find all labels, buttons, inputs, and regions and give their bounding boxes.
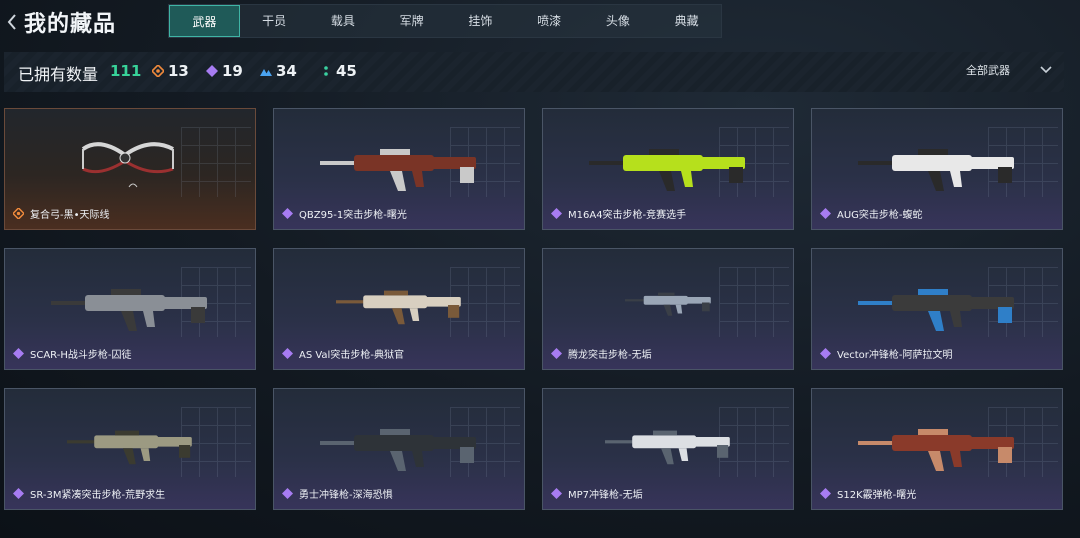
weapon-label: 复合弓-黑•天际线 [13, 206, 110, 221]
weapon-card[interactable]: SCAR-H战斗步枪-囚徒 [4, 248, 256, 370]
purple-diamond-icon [282, 348, 293, 359]
purple-diamond-icon [820, 348, 831, 359]
weapon-label: 腾龙突击步枪-无垢 [551, 346, 652, 361]
weapon-card[interactable]: Vector冲锋枪-阿萨拉文明 [811, 248, 1063, 370]
weapon-label: AUG突击步枪-蝮蛇 [820, 206, 923, 221]
rarity-count-orange: 13 [152, 62, 189, 80]
green-dots-icon [324, 66, 328, 76]
rarity-count-purple: 19 [206, 62, 243, 80]
weapon-card[interactable]: AUG突击步枪-蝮蛇 [811, 108, 1063, 230]
category-tabs: 武器 干员 载具 军牌 挂饰 喷漆 头像 典藏 [168, 4, 722, 38]
weapon-name: AS Val突击步枪-典狱官 [299, 350, 404, 361]
tab-6[interactable]: 头像 [584, 5, 653, 37]
weapon-name: M16A4突击步枪-竞赛选手 [568, 210, 687, 221]
stats-bar: 已拥有数量 111 13 19 34 45 全部武器 [4, 52, 1064, 92]
owned-count: 111 [110, 62, 142, 80]
weapon-label: AS Val突击步枪-典狱官 [282, 346, 404, 361]
purple-diamond-icon [282, 208, 293, 219]
tab-0[interactable]: 武器 [169, 5, 240, 37]
owned-label: 已拥有数量 [18, 65, 99, 84]
weapon-label: SCAR-H战斗步枪-囚徒 [13, 346, 131, 361]
page-title: 我的藏品 [24, 12, 117, 37]
weapon-name: AUG突击步枪-蝮蛇 [837, 210, 923, 221]
weapon-label: 勇士冲锋枪-深海恐惧 [282, 486, 393, 501]
weapon-label: SR-3M紧凑突击步枪-荒野求生 [13, 486, 165, 501]
weapon-card[interactable]: AS Val突击步枪-典狱官 [273, 248, 525, 370]
weapon-label: S12K霰弹枪-曙光 [820, 486, 916, 501]
rarity-count-orange-value: 13 [168, 62, 189, 80]
purple-diamond-icon [820, 208, 831, 219]
tab-5[interactable]: 喷漆 [515, 5, 584, 37]
rarity-count-green: 45 [320, 62, 357, 80]
weapon-name: 复合弓-黑•天际线 [30, 210, 110, 221]
orange-diamond-icon [13, 208, 24, 219]
tab-4[interactable]: 挂饰 [446, 5, 515, 37]
tab-3[interactable]: 军牌 [377, 5, 446, 37]
weapon-name: S12K霰弹枪-曙光 [837, 490, 917, 501]
weapon-name: SCAR-H战斗步枪-囚徒 [30, 350, 132, 361]
weapon-name: QBZ95-1突击步枪-曙光 [299, 210, 407, 221]
orange-diamond-icon [152, 65, 164, 77]
purple-diamond-icon [13, 348, 24, 359]
weapon-card[interactable]: 复合弓-黑•天际线 [4, 108, 256, 230]
purple-diamond-icon [13, 488, 24, 499]
weapon-name: 勇士冲锋枪-深海恐惧 [299, 490, 393, 501]
weapon-name: Vector冲锋枪-阿萨拉文明 [837, 350, 953, 361]
weapon-card[interactable]: S12K霰弹枪-曙光 [811, 388, 1063, 510]
rarity-count-purple-value: 19 [222, 62, 243, 80]
back-arrow-icon[interactable] [6, 12, 24, 32]
weapon-filter-dropdown[interactable]: 全部武器 [966, 62, 1052, 78]
rarity-count-green-value: 45 [336, 62, 357, 80]
purple-diamond-icon [551, 488, 562, 499]
purple-diamond-icon [206, 65, 218, 77]
weapon-card[interactable]: M16A4突击步枪-竞赛选手 [542, 108, 794, 230]
tab-1[interactable]: 干员 [240, 5, 309, 37]
weapon-label: Vector冲锋枪-阿萨拉文明 [820, 346, 952, 361]
weapon-card[interactable]: 勇士冲锋枪-深海恐惧 [273, 388, 525, 510]
weapon-card[interactable]: 腾龙突击步枪-无垢 [542, 248, 794, 370]
weapon-card[interactable]: MP7冲锋枪-无垢 [542, 388, 794, 510]
purple-diamond-icon [551, 208, 562, 219]
purple-diamond-icon [551, 348, 562, 359]
weapon-label: QBZ95-1突击步枪-曙光 [282, 206, 407, 221]
purple-diamond-icon [282, 488, 293, 499]
weapon-label: MP7冲锋枪-无垢 [551, 486, 643, 501]
top-bar: 我的藏品 武器 干员 载具 军牌 挂饰 喷漆 头像 典藏 [0, 0, 1080, 44]
weapon-name: MP7冲锋枪-无垢 [568, 490, 643, 501]
rarity-count-blue-value: 34 [276, 62, 297, 80]
weapon-filter-label: 全部武器 [966, 64, 1010, 77]
tab-7[interactable]: 典藏 [652, 5, 721, 37]
weapon-name: SR-3M紧凑突击步枪-荒野求生 [30, 490, 166, 501]
chevron-down-icon [1040, 66, 1052, 74]
rarity-count-blue: 34 [260, 62, 297, 80]
tab-2[interactable]: 载具 [309, 5, 378, 37]
weapon-name: 腾龙突击步枪-无垢 [568, 350, 652, 361]
blue-triangles-icon [260, 69, 272, 76]
weapon-card[interactable]: QBZ95-1突击步枪-曙光 [273, 108, 525, 230]
purple-diamond-icon [820, 488, 831, 499]
weapon-label: M16A4突击步枪-竞赛选手 [551, 206, 686, 221]
weapon-card[interactable]: SR-3M紧凑突击步枪-荒野求生 [4, 388, 256, 510]
